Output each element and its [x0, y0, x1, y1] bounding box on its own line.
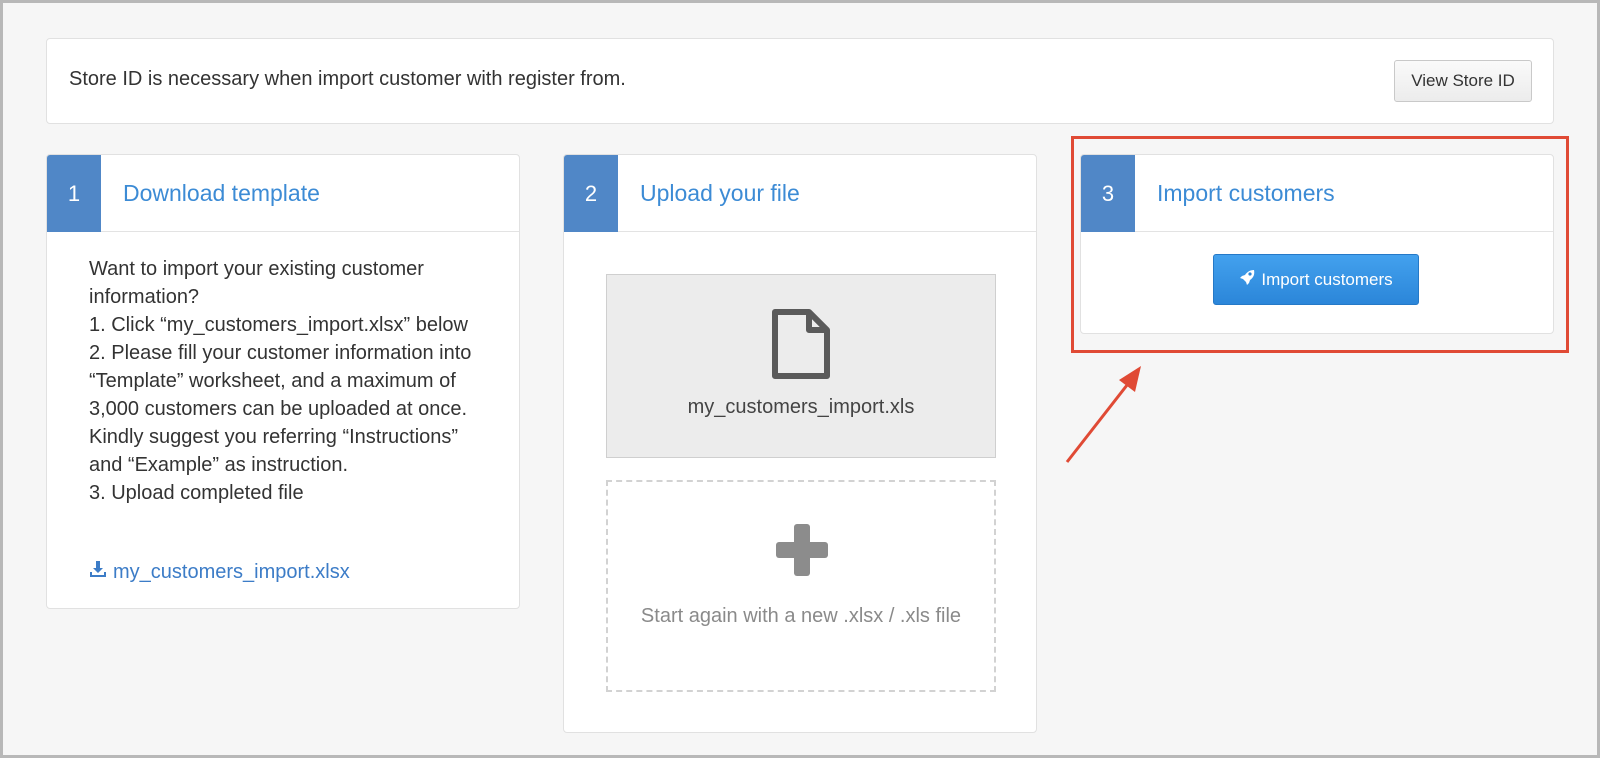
step-1-card: 1 Download template Want to import your …	[46, 154, 520, 609]
page-frame: Store ID is necessary when import custom…	[0, 0, 1600, 758]
step-2-card: 2 Upload your file my_customers_import.x…	[563, 154, 1037, 733]
store-id-notice-text: Store ID is necessary when import custom…	[69, 68, 626, 90]
step-1-number: 1	[47, 155, 101, 232]
step-3-card: 3 Import customers Import customers	[1080, 154, 1554, 334]
plus-icon	[774, 522, 830, 583]
step-2-number: 2	[564, 155, 618, 232]
import-button-label: Import customers	[1261, 269, 1393, 289]
rocket-icon	[1239, 269, 1255, 290]
step-1-header: 1 Download template	[47, 155, 519, 232]
download-template-link[interactable]: my_customers_import.xlsx	[89, 560, 350, 584]
new-file-dropzone[interactable]: Start again with a new .xlsx / .xls file	[606, 480, 996, 692]
step-3-header: 3 Import customers	[1081, 155, 1553, 232]
uploaded-file-name: my_customers_import.xls	[687, 396, 915, 418]
step-2-title: Upload your file	[640, 180, 800, 206]
restart-upload-text: Start again with a new .xlsx / .xls file	[640, 605, 962, 627]
store-id-notice: Store ID is necessary when import custom…	[46, 38, 1554, 124]
instruction-line: Want to import your existing customer in…	[89, 258, 424, 308]
step-3-title: Import customers	[1157, 180, 1335, 206]
instruction-line: 1. Click “my_customers_import.xlsx” belo…	[89, 314, 468, 336]
step-3-number: 3	[1081, 155, 1135, 232]
download-instructions: Want to import your existing customer in…	[89, 255, 489, 507]
file-icon	[771, 309, 831, 384]
step-2-header: 2 Upload your file	[564, 155, 1036, 232]
step-1-title: Download template	[123, 180, 320, 206]
instruction-line: 2. Please fill your customer information…	[89, 342, 472, 476]
import-customers-button[interactable]: Import customers	[1213, 254, 1419, 305]
instruction-line: 3. Upload completed file	[89, 482, 304, 504]
annotation-arrow-icon	[1061, 358, 1151, 473]
uploaded-file-box: my_customers_import.xls	[606, 274, 996, 458]
download-icon	[89, 560, 107, 584]
download-link-label: my_customers_import.xlsx	[113, 560, 350, 583]
view-store-id-button[interactable]: View Store ID	[1394, 60, 1532, 102]
